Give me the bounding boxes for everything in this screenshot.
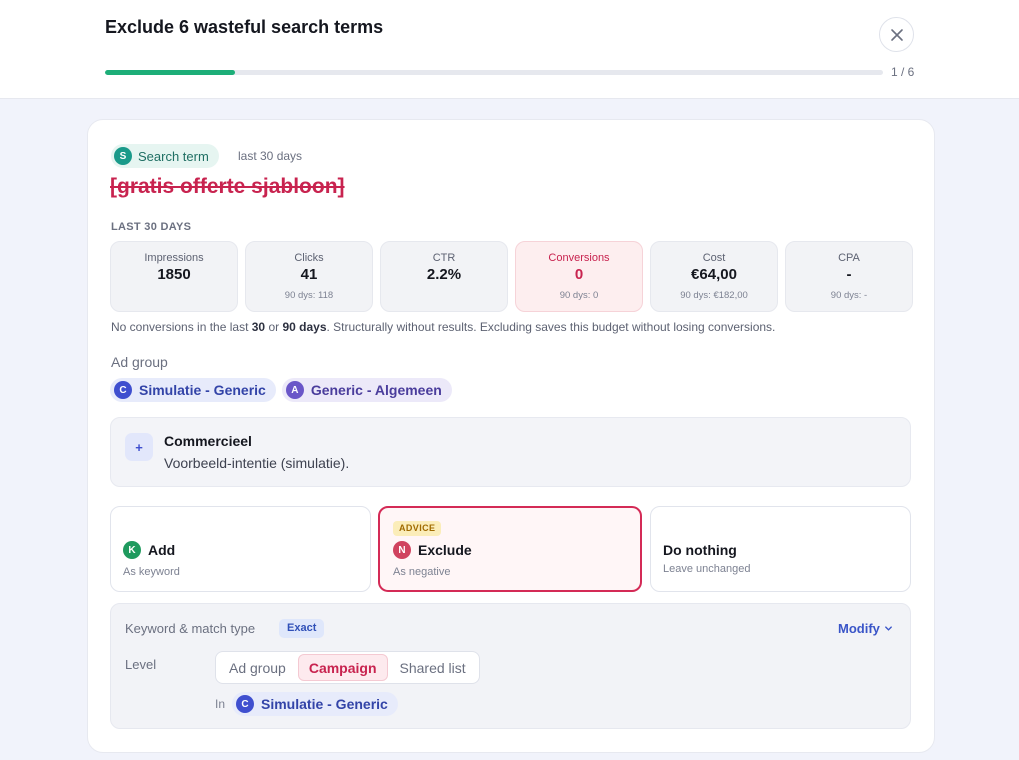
stat-sub: 90 dys: €182,00 (680, 290, 748, 301)
stat-conversions: Conversions 0 90 dys: 0 (515, 241, 643, 312)
campaign-name: Simulatie - Generic (261, 696, 388, 712)
stat-label: Cost (702, 252, 726, 264)
stat-label: CPA (838, 252, 860, 264)
intent-description: Voorbeeld-intentie (simulatie). (164, 455, 350, 471)
ad-group-name: Simulatie - Generic (139, 382, 266, 398)
note-emphasis: 30 (251, 320, 266, 334)
intent-title: Commercieel (164, 433, 252, 449)
progress-fill (105, 70, 235, 75)
option-label: Exclude (418, 542, 472, 558)
campaign-chip[interactable]: C Simulatie - Generic (232, 692, 398, 716)
stat-label: Conversions (548, 252, 610, 264)
stat-cost: Cost €64,00 90 dys: €182,00 (650, 241, 778, 312)
stat-label: CTR (432, 252, 456, 264)
stats-section-label: LAST 30 DAYS (111, 221, 192, 233)
modal-title: Exclude 6 wasteful search terms (105, 17, 384, 37)
option-do-nothing[interactable]: Do nothing Leave unchanged (650, 506, 911, 592)
note-text: . Structurally without results. Excludin… (326, 320, 776, 334)
option-title: N Exclude (393, 541, 472, 559)
ad-group-chip[interactable]: A Generic - Algemeen (281, 378, 452, 402)
ad-group-label: Ad group (111, 354, 168, 370)
level-ad-group[interactable]: Ad group (219, 654, 296, 681)
modify-label: Modify (838, 621, 880, 636)
stat-sub: 90 dys: - (830, 290, 868, 301)
search-term-text: [gratis offerte sjabloon] (110, 175, 345, 198)
stat-value: 1850 (157, 266, 191, 283)
option-exclude[interactable]: ADVICE N Exclude As negative (378, 506, 642, 592)
option-sub: As keyword (123, 566, 180, 578)
stat-ctr: CTR 2.2% (380, 241, 508, 312)
search-term-chip: S Search term (111, 144, 219, 168)
stat-value: 2.2% (426, 266, 462, 283)
chevron-down-icon (885, 626, 892, 631)
note-text: or (265, 320, 283, 334)
stats-row: Impressions 1850 Clicks 41 90 dys: 118 C… (110, 241, 913, 312)
ad-group-name: Generic - Algemeen (310, 382, 442, 398)
option-badge: N (393, 541, 411, 559)
keyword-match-label: Keyword & match type (125, 621, 256, 636)
ad-group-chip[interactable]: C Simulatie - Generic (110, 378, 276, 402)
level-label: Level (125, 657, 157, 672)
stat-sub: 90 dys: 118 (284, 290, 334, 301)
close-button[interactable] (879, 17, 914, 52)
note-emphasis: 90 days (282, 320, 327, 334)
stat-impressions: Impressions 1850 (110, 241, 238, 312)
stat-sub: 90 dys: 0 (559, 290, 599, 301)
close-icon (890, 28, 903, 41)
note-text: No conversions in the last (111, 320, 252, 334)
stat-value: - (846, 266, 852, 283)
progress-bar (105, 70, 883, 75)
option-badge: K (123, 541, 141, 559)
stat-label: Clicks (294, 252, 324, 264)
campaign-badge: C (236, 695, 254, 713)
keyword-panel: Keyword & match type Exact Modify Level … (110, 603, 911, 729)
ad-group-badge: A (285, 381, 304, 399)
date-range: last 30 days (238, 149, 303, 163)
intent-panel: + Commercieel Voorbeeld-intentie (simula… (110, 417, 911, 487)
search-term-type: Search term (138, 148, 209, 164)
sparkle-icon: + (125, 433, 153, 461)
in-label: In (215, 697, 226, 711)
search-term-badge: S (114, 147, 132, 165)
modify-button[interactable]: Modify (838, 621, 893, 636)
level-campaign[interactable]: Campaign (297, 654, 388, 681)
ad-group-chips: C Simulatie - Generic A Generic - Algeme… (110, 378, 452, 402)
option-add[interactable]: K Add As keyword (110, 506, 371, 592)
level-shared-list[interactable]: Shared list (390, 654, 476, 681)
modal-header: Exclude 6 wasteful search terms 1 / 6 (0, 0, 1019, 99)
ad-group-badge: C (114, 381, 132, 399)
advice-badge: ADVICE (393, 521, 442, 536)
step-counter: 1 / 6 (891, 65, 915, 79)
option-label: Add (148, 542, 176, 558)
stat-value: 41 (300, 266, 318, 283)
option-title: Do nothing (663, 542, 737, 558)
stat-value: €64,00 (691, 266, 737, 283)
stats-note: No conversions in the last 30 or 90 days… (111, 320, 775, 334)
level-segmented-control: Ad group Campaign Shared list (215, 651, 480, 684)
option-title: K Add (123, 541, 175, 559)
stat-clicks: Clicks 41 90 dys: 118 (245, 241, 373, 312)
option-sub: As negative (393, 566, 451, 578)
stat-label: Impressions (144, 252, 204, 264)
option-sub: Leave unchanged (663, 563, 751, 575)
stat-value: 0 (574, 266, 584, 283)
stat-cpa: CPA - 90 dys: - (785, 241, 913, 312)
match-type-badge: Exact (279, 619, 325, 638)
